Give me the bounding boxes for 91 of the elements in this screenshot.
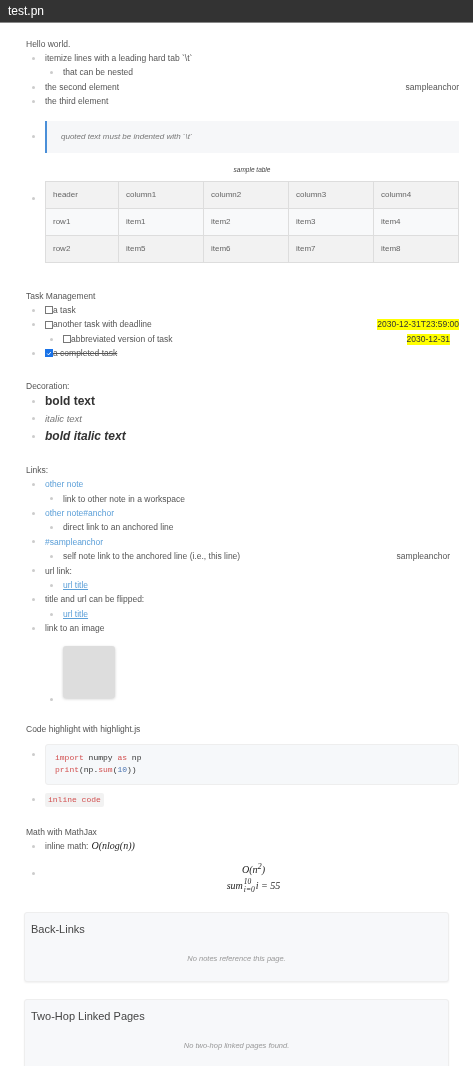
code-line: print(np.sum(10)) — [55, 764, 138, 777]
table-cell: item7 — [288, 235, 374, 263]
bullet-icon — [32, 626, 35, 630]
deadline-label: 2030-12-31 — [406, 333, 450, 345]
bullet-icon — [32, 417, 35, 421]
table-cell: item1 — [118, 208, 204, 236]
list-item-text: inline math: — [45, 840, 89, 853]
page-title: test.pn — [8, 4, 45, 18]
bullet-icon — [32, 752, 35, 756]
task-text: abbreviated version of task — [71, 332, 173, 346]
bullet-icon — [50, 337, 53, 341]
table-cell: item4 — [373, 208, 459, 236]
bullet-icon — [32, 598, 35, 602]
note-link[interactable]: other note#anchor — [45, 505, 114, 521]
table-cell: item8 — [373, 235, 459, 263]
task-text: a completed task — [53, 347, 118, 361]
deadline-label: 2030-12-31T23:59:00 — [377, 319, 459, 331]
bullet-icon — [50, 71, 53, 75]
list-item-text: title and url can be flipped: — [45, 593, 145, 607]
bullet-icon — [32, 844, 35, 848]
table-cell: row2 — [45, 235, 119, 263]
checkbox[interactable] — [63, 335, 71, 344]
task-text: a task — [53, 304, 76, 318]
table-cell: item5 — [118, 235, 204, 263]
bullet-icon — [32, 399, 35, 403]
bullet-icon — [50, 697, 53, 701]
table-header-cell: header — [45, 181, 119, 209]
list-item-text: that can be nested — [63, 66, 133, 80]
list-item-text: itemize lines with a leading hard tab `\t` — [45, 52, 193, 65]
bullet-icon — [32, 56, 35, 60]
checkbox[interactable] — [45, 349, 53, 358]
url-link[interactable]: url title — [63, 606, 89, 622]
table-header-cell: column2 — [203, 181, 289, 209]
table-header-cell: column3 — [288, 181, 374, 209]
bullet-icon — [32, 197, 35, 201]
bullet-icon — [50, 583, 53, 587]
math-formula: O(n$^{2}$) — [241, 861, 266, 878]
bullet-icon — [32, 540, 35, 544]
note-link[interactable]: #sampleanchor — [45, 534, 104, 550]
section-heading: Decoration: — [26, 379, 71, 393]
table-cell: item2 — [203, 208, 289, 236]
italic-text: italic text — [45, 412, 82, 427]
panel-title: Two-Hop Linked Pages — [31, 1008, 146, 1023]
section-heading: Task Management — [26, 290, 97, 304]
bullet-icon — [50, 554, 53, 558]
panel-title: Back-Links — [31, 921, 86, 936]
bullet-icon — [32, 434, 35, 438]
section-heading: Math with MathJax — [26, 826, 98, 839]
note-link[interactable]: other note — [45, 477, 84, 492]
bullet-icon — [32, 482, 35, 486]
list-item-text: direct link to an anchored line — [63, 521, 174, 535]
bullet-icon — [32, 511, 35, 515]
bold-italic-text: bold italic text — [45, 427, 126, 445]
bullet-icon — [32, 99, 35, 103]
checkbox[interactable] — [45, 306, 53, 315]
list-item-text: the third element — [45, 95, 109, 109]
bullet-icon — [32, 308, 35, 312]
section-heading: Code highlight with highlight.js — [26, 722, 142, 736]
bullet-icon — [32, 85, 35, 89]
anchor-label: sampleanchor — [405, 80, 459, 94]
task-text: another task with deadline — [53, 318, 152, 332]
bullet-icon — [32, 351, 35, 355]
code-line: import numpy as np — [55, 751, 143, 764]
list-item-text: the second element — [45, 80, 120, 94]
table-header-cell: column4 — [373, 181, 459, 209]
list-item-text: link to other note in a workspace — [63, 492, 185, 506]
table-cell: item6 — [203, 235, 289, 263]
anchor-label: sampleanchor — [396, 550, 450, 564]
table-cell: row1 — [45, 208, 119, 236]
bullet-icon — [32, 872, 35, 876]
list-item-text: link to an image — [45, 622, 105, 636]
table-header-cell: column1 — [118, 181, 204, 209]
bullet-icon — [32, 798, 35, 802]
list-item-text: url link: — [45, 564, 72, 578]
bullet-icon — [32, 323, 35, 327]
bullet-icon — [50, 612, 53, 616]
inline-code: inline code — [45, 792, 104, 807]
url-link[interactable]: url title — [63, 578, 89, 593]
list-item-text: self note link to the anchored line (i.e., this line) — [63, 550, 241, 564]
table-cell: item3 — [288, 208, 374, 236]
bullet-icon — [32, 135, 35, 139]
blockquote: quoted text must be indented with `\t` — [45, 120, 459, 154]
image-placeholder — [63, 645, 115, 698]
math-formula: O(nlog(n)) — [91, 839, 135, 853]
bullet-icon — [32, 569, 35, 573]
bold-text: bold text — [45, 392, 95, 410]
bullet-icon — [50, 526, 53, 530]
section-heading: Links: — [26, 464, 50, 478]
bullet-icon — [50, 497, 53, 501]
checkbox[interactable] — [45, 320, 53, 329]
section-heading: Hello world. — [26, 38, 72, 51]
